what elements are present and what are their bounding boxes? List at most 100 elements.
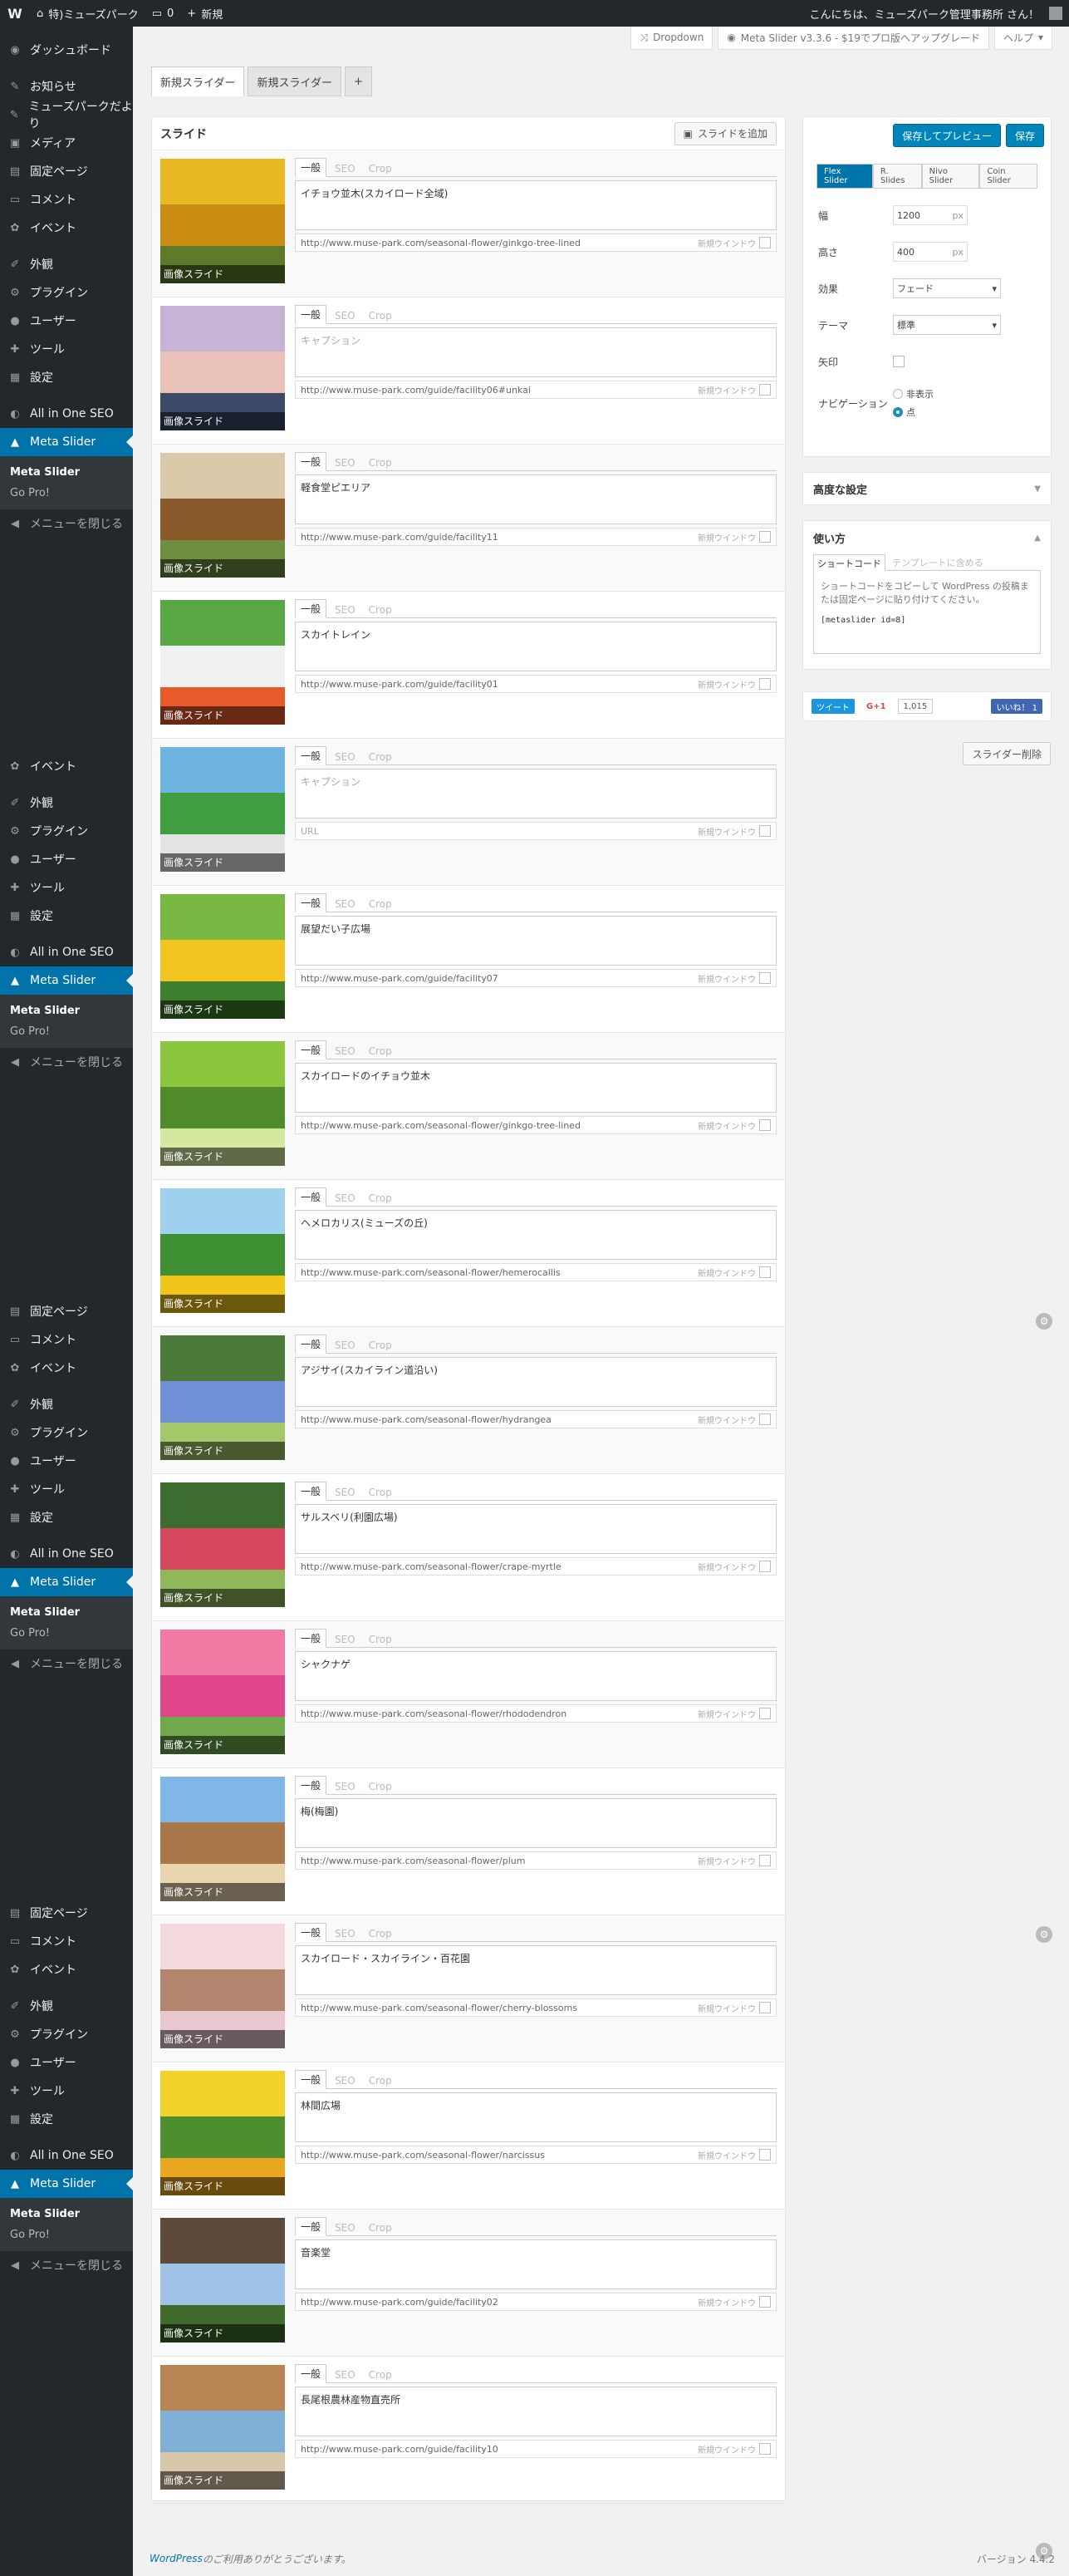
tab-seo[interactable]: SEO (330, 602, 360, 617)
caption-textarea[interactable]: キャプション (295, 327, 777, 377)
url-input[interactable]: http://www.muse-park.com/guide/facility0… (295, 675, 777, 693)
tab-seo[interactable]: SEO (330, 161, 360, 176)
upgrade-link[interactable]: ◉ Meta Slider v3.3.6 - $19でプロ版へアップグレード (718, 25, 989, 50)
collapse-menu-button[interactable]: ◀ メニューを閉じる (0, 509, 133, 538)
url-input[interactable]: http://www.muse-park.com/seasonal-flower… (295, 1410, 777, 1428)
menu-seo-repeat3[interactable]: ◐ All in One SEO (0, 2141, 133, 2170)
tab-seo[interactable]: SEO (330, 2220, 360, 2235)
menu-plugins[interactable]: ⚙ プラグイン (0, 278, 133, 307)
caption-textarea[interactable]: アジサイ(スカイライン道沿い) (295, 1357, 777, 1407)
tab-crop[interactable]: Crop (364, 455, 397, 470)
slide-thumbnail[interactable]: 画像スライド (160, 1482, 285, 1607)
tab-general[interactable]: 一般 (295, 1187, 327, 1207)
caption-textarea[interactable]: 梅(梅園) (295, 1798, 777, 1848)
menu-users-repeat3[interactable]: ● ユーザー (0, 2048, 133, 2077)
menu-pages-repeat2[interactable]: ▤ 固定ページ (0, 1297, 133, 1325)
add-slider-tab[interactable]: + (344, 66, 372, 96)
menu-appearance-repeat2[interactable]: ✐ 外観 (0, 1390, 133, 1418)
slide-thumbnail[interactable]: 画像スライド (160, 2218, 285, 2342)
tweet-button[interactable]: ツイート (812, 699, 855, 714)
tab-crop[interactable]: Crop (364, 1191, 397, 1206)
url-input[interactable]: http://www.muse-park.com/guide/facility0… (295, 969, 777, 987)
tab-seo[interactable]: SEO (330, 1632, 360, 1647)
new-window-checkbox[interactable] (759, 678, 771, 690)
caption-textarea[interactable]: 展望だい子広場 (295, 916, 777, 966)
submenu-gopro[interactable]: Go Pro! (0, 1021, 133, 1042)
menu-events[interactable]: ✿ イベント (0, 214, 133, 242)
caption-textarea[interactable]: シャクナゲ (295, 1651, 777, 1701)
arrows-checkbox[interactable] (893, 356, 905, 367)
new-window-checkbox[interactable] (759, 2296, 771, 2308)
tab-general[interactable]: 一般 (295, 746, 327, 765)
new-window-checkbox[interactable] (759, 2443, 771, 2455)
type-flex-slider[interactable]: Flex Slider (816, 164, 873, 189)
slide-thumbnail[interactable]: 画像スライド (160, 1777, 285, 1901)
url-input[interactable]: http://www.muse-park.com/seasonal-flower… (295, 1116, 777, 1134)
menu-events-repeat2[interactable]: ✿ イベント (0, 1354, 133, 1382)
menu-comments-repeat2[interactable]: ▭ コメント (0, 1325, 133, 1354)
nav-hidden-option[interactable]: 非表示 (893, 387, 934, 401)
submenu-gopro[interactable]: Go Pro! (0, 2225, 133, 2245)
menu-users[interactable]: ● ユーザー (0, 307, 133, 335)
site-name-link[interactable]: ⌂ 特)ミューズパーク (30, 0, 145, 27)
menu-appearance-repeat[interactable]: ✐ 外観 (0, 789, 133, 817)
caption-textarea[interactable]: スカイトレイン (295, 622, 777, 671)
tab-general[interactable]: 一般 (295, 1482, 327, 1501)
menu-plugins-repeat3[interactable]: ⚙ プラグイン (0, 2020, 133, 2048)
caption-textarea[interactable]: 軽食堂ピエリア (295, 474, 777, 524)
url-input[interactable]: http://www.muse-park.com/guide/facility0… (295, 2293, 777, 2311)
submenu-metaslider[interactable]: Meta Slider (0, 462, 133, 483)
menu-tools-repeat[interactable]: ✚ ツール (0, 873, 133, 902)
menu-tools-repeat3[interactable]: ✚ ツール (0, 2077, 133, 2105)
menu-appearance[interactable]: ✐ 外観 (0, 250, 133, 278)
slide-thumbnail[interactable]: 画像スライド (160, 2365, 285, 2490)
menu-settings-repeat3[interactable]: ▦ 設定 (0, 2105, 133, 2133)
add-slide-button[interactable]: ▣ スライドを追加 (674, 121, 777, 145)
new-window-checkbox[interactable] (759, 1266, 771, 1278)
submenu-metaslider[interactable]: Meta Slider (0, 2204, 133, 2225)
collapse-menu-button-repeat2[interactable]: ◀ メニューを閉じる (0, 1649, 133, 1678)
tab-general[interactable]: 一般 (295, 1629, 327, 1648)
slide-thumbnail[interactable]: 画像スライド (160, 1924, 285, 2048)
url-input[interactable]: http://www.muse-park.com/seasonal-flower… (295, 2146, 777, 2164)
menu-settings-repeat2[interactable]: ▦ 設定 (0, 1503, 133, 1531)
wordpress-logo-icon[interactable]: W (0, 0, 30, 27)
tab-seo[interactable]: SEO (330, 750, 360, 764)
type-coin-slider[interactable]: Coin Slider (979, 164, 1037, 189)
slider-tab-2[interactable]: 新規スライダー (248, 66, 341, 96)
effect-select[interactable]: フェード ▾ (893, 278, 1001, 298)
menu-seo-repeat[interactable]: ◐ All in One SEO (0, 938, 133, 966)
tab-crop[interactable]: Crop (364, 2220, 397, 2235)
type-r-slides[interactable]: R. Slides (872, 164, 922, 189)
menu-media[interactable]: ▣ メディア (0, 129, 133, 157)
tab-crop[interactable]: Crop (364, 602, 397, 617)
url-input[interactable]: URL 新規ウインドウ (295, 822, 777, 840)
tab-seo[interactable]: SEO (330, 897, 360, 912)
slider-tab-1[interactable]: 新規スライダー (151, 66, 245, 96)
tab-crop[interactable]: Crop (364, 1926, 397, 1941)
slide-thumbnail[interactable]: 画像スライド (160, 747, 285, 872)
menu-users-repeat2[interactable]: ● ユーザー (0, 1447, 133, 1475)
new-window-checkbox[interactable] (759, 1561, 771, 1572)
tab-seo[interactable]: SEO (330, 1779, 360, 1794)
tab-general[interactable]: 一般 (295, 2217, 327, 2236)
url-input[interactable]: http://www.muse-park.com/seasonal-flower… (295, 1557, 777, 1576)
type-nivo-slider[interactable]: Nivo Slider (921, 164, 980, 189)
tab-crop[interactable]: Crop (364, 2367, 397, 2382)
tab-general[interactable]: 一般 (295, 1335, 327, 1354)
menu-metaslider[interactable]: ▲ Meta Slider (0, 428, 133, 456)
submenu-metaslider[interactable]: Meta Slider (0, 1602, 133, 1623)
new-window-checkbox[interactable] (759, 972, 771, 984)
caption-textarea[interactable]: 長尾根農林産物直売所 (295, 2387, 777, 2436)
tab-crop[interactable]: Crop (364, 750, 397, 764)
slide-thumbnail[interactable]: 画像スライド (160, 2071, 285, 2195)
help-tab[interactable]: ヘルプ ▾ (993, 25, 1052, 50)
new-window-checkbox[interactable] (759, 825, 771, 837)
menu-tools-repeat2[interactable]: ✚ ツール (0, 1475, 133, 1503)
tab-seo[interactable]: SEO (330, 1044, 360, 1059)
new-window-checkbox[interactable] (759, 1708, 771, 1719)
tab-seo[interactable]: SEO (330, 455, 360, 470)
tab-general[interactable]: 一般 (295, 1040, 327, 1059)
url-input[interactable]: http://www.muse-park.com/seasonal-flower… (295, 1704, 777, 1723)
menu-settings[interactable]: ▦ 設定 (0, 363, 133, 391)
